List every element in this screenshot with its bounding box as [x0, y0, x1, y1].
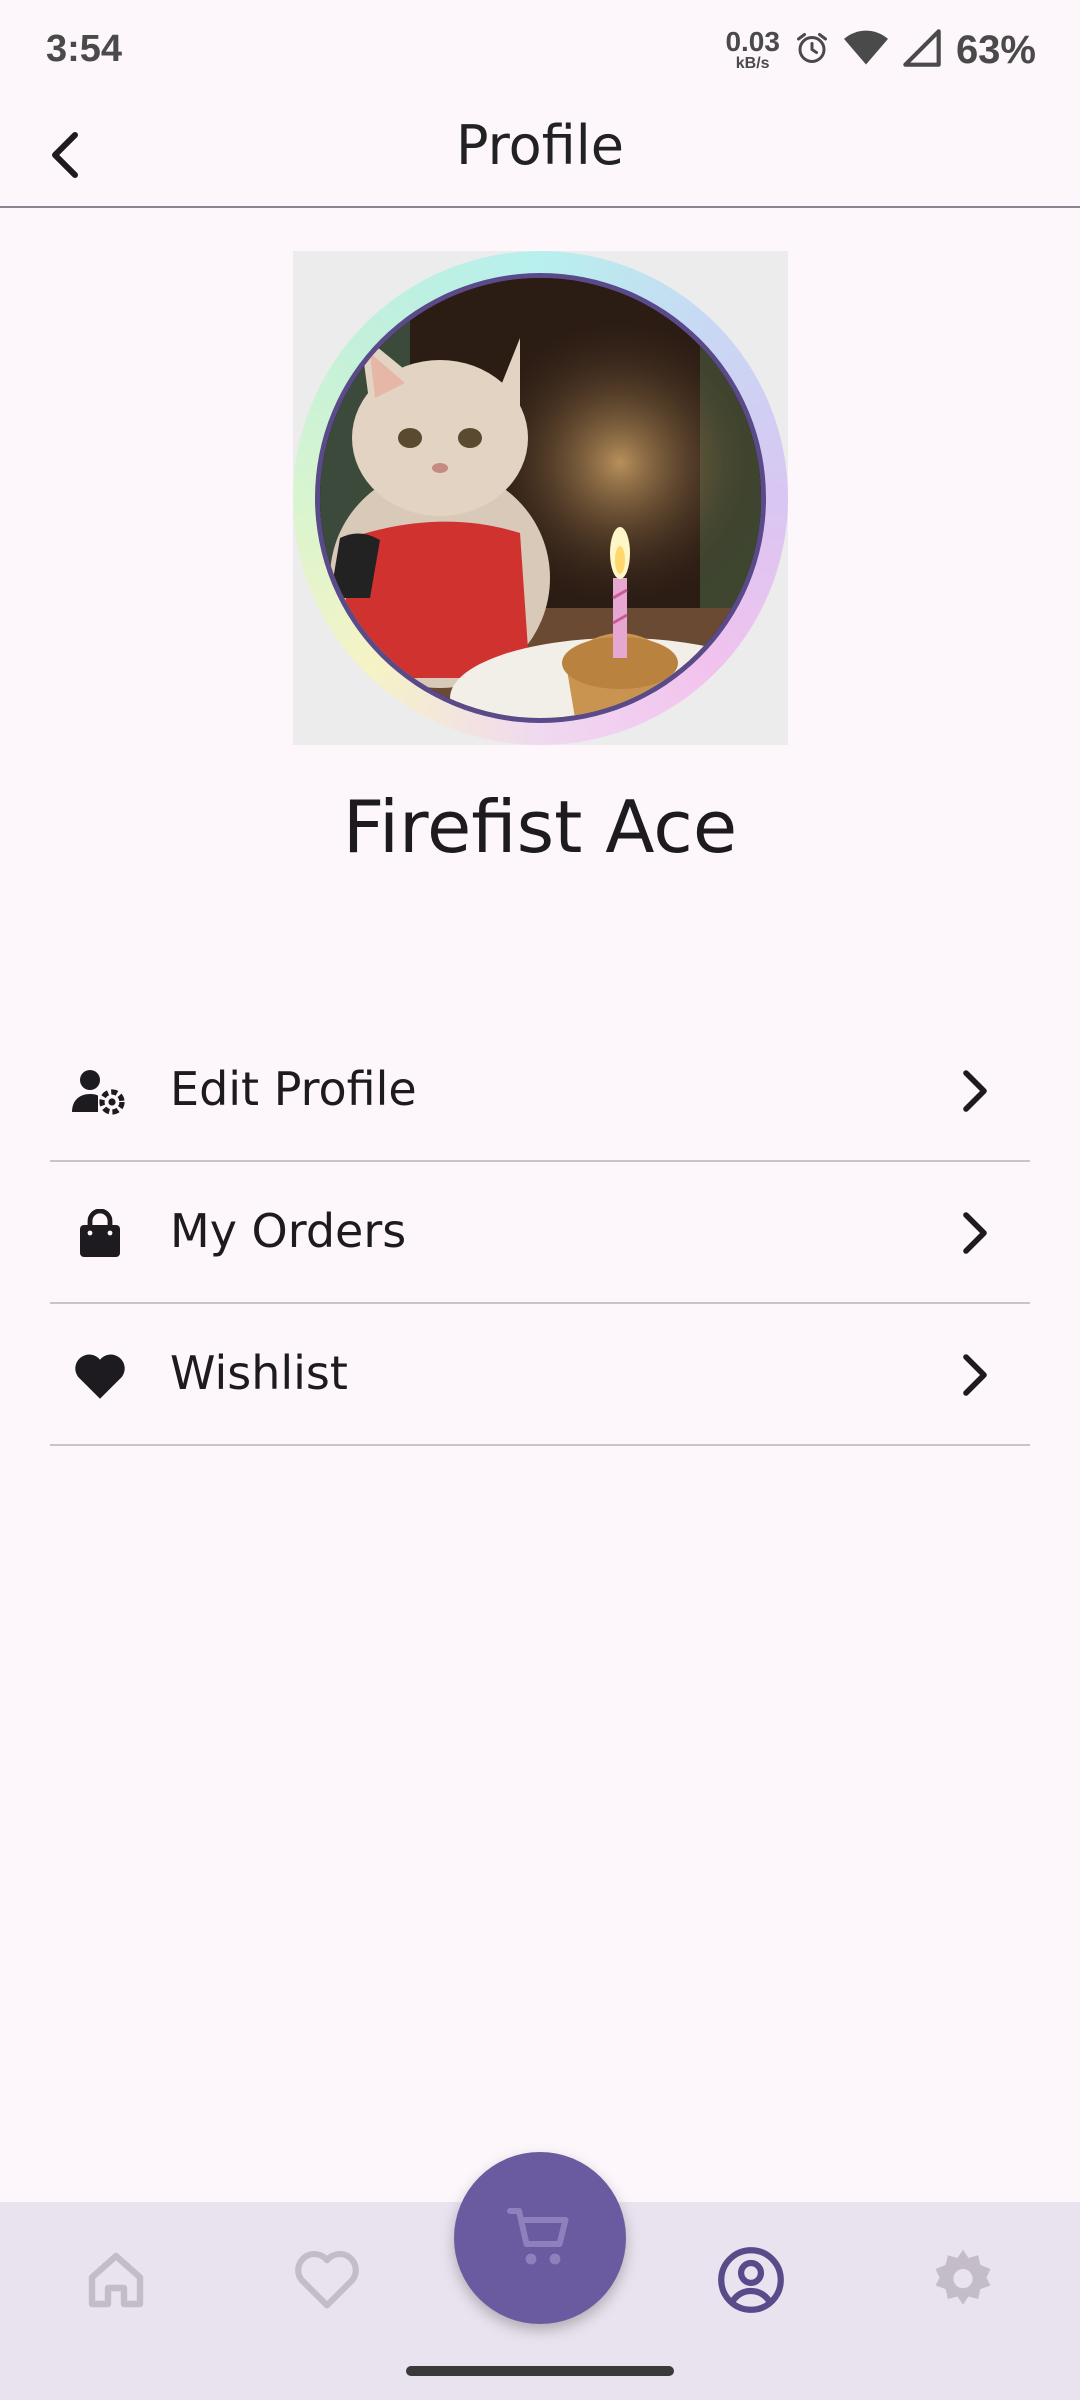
app-bar: Profile: [0, 100, 1080, 208]
alarm-icon: [794, 30, 830, 70]
profile-menu: Edit Profile My Orders Wishlist: [50, 1020, 1030, 1446]
net-speed-unit: kB/s: [735, 55, 770, 72]
nav-wishlist[interactable]: [287, 2240, 367, 2320]
wishlist-item[interactable]: Wishlist: [50, 1304, 1030, 1446]
heart-icon: [72, 1348, 128, 1404]
chevron-right-icon: [950, 1350, 1000, 1400]
nav-settings[interactable]: [923, 2240, 1003, 2320]
menu-item-label: Wishlist: [170, 1346, 348, 1400]
nav-profile[interactable]: [711, 2240, 791, 2320]
status-time: 3:54: [46, 28, 123, 70]
gesture-bar: [406, 2366, 674, 2376]
avatar-photo: [315, 273, 766, 723]
edit-profile-item[interactable]: Edit Profile: [50, 1020, 1030, 1162]
user-name: Firefist Ace: [342, 785, 738, 869]
wifi-icon: [843, 29, 888, 71]
battery-percent: 63%: [955, 27, 1036, 72]
signal-icon: [902, 28, 942, 72]
shopping-bag-icon: [72, 1206, 128, 1262]
menu-item-label: Edit Profile: [170, 1062, 417, 1116]
net-speed-value: 0.03: [725, 26, 780, 57]
chevron-right-icon: [950, 1208, 1000, 1258]
menu-item-label: My Orders: [170, 1204, 407, 1258]
heart-outline-icon: [295, 2251, 359, 2309]
my-orders-item[interactable]: My Orders: [50, 1162, 1030, 1304]
chevron-right-icon: [950, 1066, 1000, 1116]
page-title: Profile: [456, 114, 624, 177]
cart-icon: [507, 2208, 569, 2265]
cart-button[interactable]: [454, 2152, 626, 2324]
account-circle-icon: [718, 2247, 784, 2313]
home-icon: [88, 2252, 144, 2308]
gear-icon: [935, 2249, 991, 2305]
status-icons: 0.03 kB/s 63%: [725, 22, 1036, 78]
user-gear-icon: [72, 1064, 128, 1120]
net-speed: 0.03 kB/s: [725, 28, 780, 72]
avatar[interactable]: [293, 251, 788, 745]
nav-home[interactable]: [76, 2240, 156, 2320]
status-bar: 3:54 0.03 kB/s 63%: [0, 0, 1080, 100]
